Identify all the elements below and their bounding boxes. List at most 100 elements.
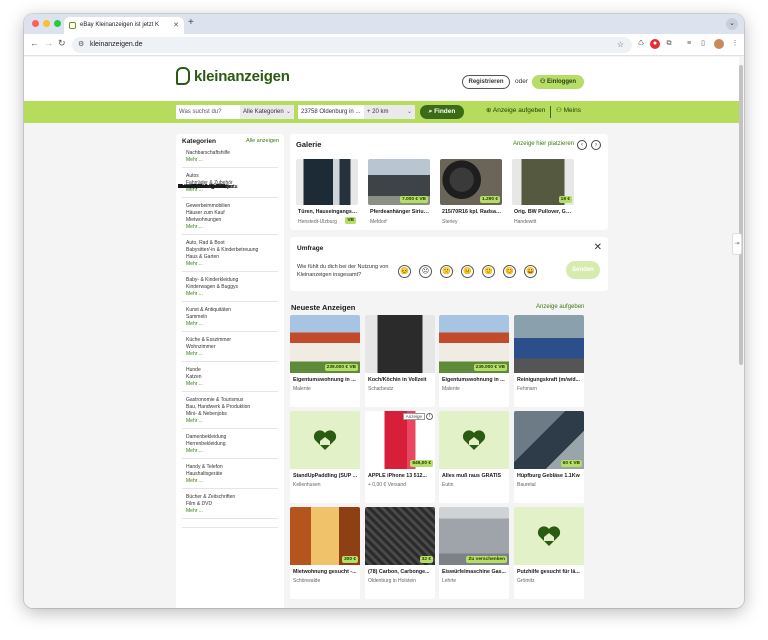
subcategory-link[interactable]: Herrenbekleidung — [182, 441, 278, 448]
gallery-item[interactable]: 19 € Orig. BW Pullover, Geb... Handewitt — [512, 159, 574, 227]
face-unhappy-icon[interactable]: ☹ — [419, 265, 432, 278]
category-more-link[interactable]: Mehr ... — [182, 418, 278, 425]
face-slightly-unhappy-icon[interactable]: 🙁 — [440, 265, 453, 278]
gallery-prev-button[interactable]: ‹ — [577, 140, 587, 150]
login-button[interactable]: ⚇ Einloggen — [532, 75, 584, 89]
face-slightly-happy-icon[interactable]: 🙂 — [482, 265, 495, 278]
listing-card[interactable]: 60 € VB Hüpfburg Gebläse 1.1Kw Bauretal — [514, 411, 584, 503]
subcategory-link[interactable]: Mini- & Nebenjobs — [182, 411, 278, 418]
close-tab-icon[interactable]: ✕ — [173, 17, 179, 34]
location-input[interactable]: 23758 Oldenburg in ... — [298, 105, 364, 119]
profile-avatar-icon[interactable] — [714, 39, 724, 49]
post-ad-link-secondary[interactable]: Anzeige aufgeben — [536, 304, 584, 310]
subcategory-link[interactable]: Damenbekleidung — [182, 434, 278, 441]
subcategory-link[interactable]: Nachbarschaftshilfe — [182, 150, 278, 157]
category-select[interactable]: Alle Kategorien ⌄ — [240, 105, 294, 119]
gallery-next-button[interactable]: › — [591, 140, 601, 150]
tab-search-icon[interactable]: ⌄ — [726, 18, 738, 30]
menu-icon[interactable]: ⋮ — [730, 39, 740, 49]
post-ad-link[interactable]: ⊕ Anzeige aufgeben — [486, 106, 545, 114]
listing-card[interactable]: Alles muß raus GRATIS Eutin — [439, 411, 509, 503]
gallery-item[interactable]: 1.290 € 215/70R16 kpl. Radsat... Sterley — [440, 159, 502, 227]
search-input[interactable]: Was suchst du? — [176, 105, 240, 119]
new-tab-icon[interactable]: + — [188, 17, 194, 28]
face-very-happy-icon[interactable]: 😀 — [524, 265, 537, 278]
category-more-link[interactable]: Mehr ... — [182, 291, 278, 298]
subcategory-link[interactable]: Haus & Garten — [182, 254, 278, 261]
subcategory-link[interactable]: Handy & Telefon — [182, 464, 278, 471]
subcategory-link[interactable]: Auto, Rad & Boot — [182, 240, 278, 247]
listing-card[interactable]: Reinigungskraft (m/w/d... Fehmarn — [514, 315, 584, 407]
listing-card[interactable]: 300 € Mietwohnung gesucht -... Schönwalde — [290, 507, 360, 599]
bookmark-star-icon[interactable]: ☆ — [617, 37, 624, 53]
subcategory-link[interactable]: Katzen — [182, 374, 278, 381]
place-ad-link[interactable]: Anzeige hier platzieren — [513, 141, 574, 147]
category-more-link[interactable]: Mehr ... — [182, 321, 278, 328]
gallery-item[interactable]: 7.000 € VB Pferdeanhänger Sirius ... Mel… — [368, 159, 430, 227]
browser-tab[interactable]: eBay Kleinanzeigen ist jetzt K ✕ — [64, 17, 184, 34]
register-button[interactable]: Registrieren — [462, 75, 510, 89]
media-icon[interactable]: ≡ — [684, 39, 694, 49]
subcategory-link[interactable]: Bücher & Zeitschriften — [182, 494, 278, 501]
gallery-item[interactable]: VB Türen, Hauseingangst... Henstedt-Ulzb… — [296, 159, 358, 227]
send-button[interactable]: Senden — [566, 261, 600, 279]
subcategory-link[interactable]: Gastronomie & Tourismus — [182, 397, 278, 404]
face-neutral-icon[interactable]: 😐 — [461, 265, 474, 278]
subcategory-link[interactable]: Gewerbeimmobilien — [182, 203, 278, 210]
close-window-button[interactable] — [32, 20, 39, 27]
extension-shield-icon[interactable]: ● — [650, 39, 660, 49]
subcategory-link[interactable]: Baby- & Kinderkleidung — [182, 277, 278, 284]
face-happy-icon[interactable]: 😊 — [503, 265, 516, 278]
info-icon[interactable]: i — [426, 413, 433, 420]
face-very-unhappy-icon[interactable]: 😣 — [398, 265, 411, 278]
subcategory-link[interactable]: Mietwohnungen — [182, 217, 278, 224]
category-name[interactable]: Eintrittskarten & Tickets — [178, 184, 238, 190]
extensions-icon[interactable]: ⧉ — [664, 39, 674, 49]
my-account-link[interactable]: ⚇ Meins — [556, 106, 581, 114]
subcategory-link[interactable]: Wohnzimmer — [182, 344, 278, 351]
listing-card[interactable]: Koch/Köchin in Vollzeit Scharbeutz — [365, 315, 435, 407]
radius-select[interactable]: + 20 km ⌄ — [364, 105, 415, 119]
back-icon[interactable]: ← — [30, 38, 39, 48]
close-icon[interactable]: ✕ — [594, 242, 602, 253]
minimize-window-button[interactable] — [43, 20, 50, 27]
site-info-icon[interactable]: ⚙ — [78, 37, 84, 53]
subcategory-link[interactable]: Kunst & Antiquitäten — [182, 307, 278, 314]
address-bar[interactable]: ⚙ kleinanzeigen.de ☆ — [72, 37, 632, 53]
subcategory-link[interactable]: Häuser zum Kauf — [182, 210, 278, 217]
categories-all-link[interactable]: Alle anzeigen — [246, 138, 279, 144]
subcategory-link[interactable]: Film & DVD — [182, 501, 278, 508]
maximize-window-button[interactable] — [54, 20, 61, 27]
site-logo[interactable]: kleinanzeigen — [176, 67, 290, 85]
reload-icon[interactable]: ↻ — [58, 38, 66, 49]
listing-card[interactable]: Putzhilfe gesucht für lä... Grömitz — [514, 507, 584, 599]
listing-card[interactable]: StandUpPaddling (SUP ... Kellenhusen — [290, 411, 360, 503]
subcategory-link[interactable]: Babysitter/-in & Kinderbetreuung — [182, 247, 278, 254]
category-more-link[interactable]: Mehr ... — [182, 157, 278, 164]
listing-card[interactable]: Zu verschenken Eiswürfelmaschine Gas... Le… — [439, 507, 509, 599]
listing-card[interactable]: 849,00 € Anzeige i APPLE iPhone 13 512... + … — [365, 411, 435, 503]
subcategory-link[interactable]: Bau, Handwerk & Produktion — [182, 404, 278, 411]
scrollbar[interactable] — [739, 65, 743, 365]
category-more-link[interactable]: Mehr ... — [182, 351, 278, 358]
subcategory-link[interactable]: Autos — [182, 173, 278, 180]
subcategory-link[interactable]: Sammeln — [182, 314, 278, 321]
forward-icon[interactable]: → — [44, 38, 53, 48]
category-more-link[interactable]: Mehr ... — [182, 261, 278, 268]
subcategory-link[interactable]: Küche & Esszimmer — [182, 337, 278, 344]
category-more-link[interactable]: Mehr ... — [182, 224, 278, 231]
listing-card[interactable]: 32 € (78) Carbon, Carbonge... Oldenburg in… — [365, 507, 435, 599]
extension-puzzle-icon[interactable]: ♺ — [636, 39, 646, 49]
listing-card[interactable]: 239.000 € VB Eigentumswohnung in ... Malen… — [439, 315, 509, 407]
sidepanel-icon[interactable]: ▯ — [698, 39, 708, 49]
category-more-link[interactable]: Mehr ... — [182, 478, 278, 485]
subcategory-link[interactable]: Kinderwagen & Buggys — [182, 284, 278, 291]
subcategory-link[interactable]: Hunde — [182, 367, 278, 374]
side-panel-handle-icon[interactable]: ⇥ — [732, 233, 742, 255]
find-button[interactable]: ⌕ Finden — [420, 105, 464, 119]
category-more-link[interactable]: Mehr ... — [182, 508, 278, 515]
subcategory-link[interactable]: Haushaltsgeräte — [182, 471, 278, 478]
category-more-link[interactable]: Mehr ... — [182, 448, 278, 455]
category-more-link[interactable]: Mehr ... — [182, 381, 278, 388]
listing-card[interactable]: 239.000 € VB Eigentumswohnung in ... Malen… — [290, 315, 360, 407]
